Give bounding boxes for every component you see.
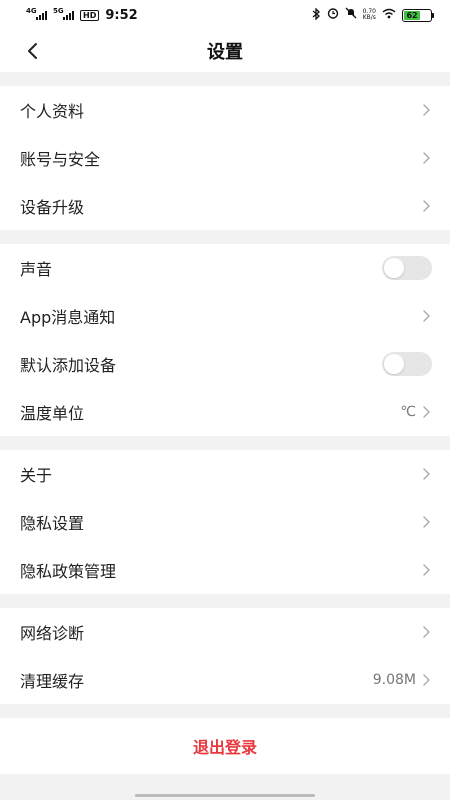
chevron-right-icon	[422, 673, 432, 687]
clock: 9:52	[105, 7, 138, 23]
chevron-right-icon	[422, 309, 432, 323]
settings-row[interactable]: 账号与安全	[0, 134, 450, 182]
settings-row[interactable]: 隐私政策管理	[0, 546, 450, 594]
logout-button[interactable]: 退出登录	[0, 718, 450, 774]
home-indicator	[135, 794, 315, 797]
settings-group: 声音 App消息通知 默认添加设备 温度单位 ℃	[0, 244, 450, 436]
settings-row[interactable]: 个人资料	[0, 86, 450, 134]
chevron-right-icon	[422, 199, 432, 213]
chevron-right-icon	[422, 563, 432, 577]
chevron-right-icon	[422, 151, 432, 165]
settings-row[interactable]: 隐私设置	[0, 498, 450, 546]
settings-row-label: 设备升级	[20, 198, 85, 217]
bluetooth-icon	[312, 6, 321, 23]
hd-icon: HD	[80, 9, 100, 21]
settings-row-label: 隐私设置	[20, 514, 85, 533]
toggle-switch[interactable]	[382, 256, 432, 280]
chevron-right-icon	[422, 625, 432, 639]
cellular-signal-icon: 4G	[26, 7, 47, 20]
toggle-switch[interactable]	[382, 352, 432, 376]
settings-row[interactable]: App消息通知	[0, 292, 450, 340]
settings-row[interactable]: 关于	[0, 450, 450, 498]
settings-group: 网络诊断清理缓存 9.08M	[0, 608, 450, 704]
battery-icon: 62	[402, 8, 434, 22]
chevron-right-icon	[422, 103, 432, 117]
settings-row-label: 账号与安全	[20, 150, 101, 169]
settings-row-value: 9.08M	[372, 672, 416, 688]
wifi-icon	[382, 8, 396, 23]
network-type-label: 4G	[26, 7, 37, 15]
toggle-knob	[384, 258, 404, 278]
settings-row[interactable]: 声音	[0, 244, 450, 292]
cellular-signal-2-icon: 5G	[53, 7, 74, 20]
settings-row-label: 个人资料	[20, 102, 85, 121]
page-title: 设置	[207, 42, 243, 63]
settings-row-label: 网络诊断	[20, 624, 85, 643]
status-bar: 4G 5G HD 9:52 0.70 KB/s 62	[0, 0, 450, 30]
settings-row-label: 温度单位	[20, 404, 85, 423]
settings-row-label: 关于	[20, 466, 53, 485]
settings-row[interactable]: 清理缓存 9.08M	[0, 656, 450, 704]
back-arrow-icon[interactable]	[26, 42, 40, 59]
settings-row-label: App消息通知	[20, 308, 116, 327]
alarm-icon	[327, 7, 339, 23]
chevron-right-icon	[422, 405, 432, 419]
settings-group: 个人资料账号与安全设备升级	[0, 86, 450, 230]
settings-row[interactable]: 网络诊断	[0, 608, 450, 656]
battery-level: 62	[404, 10, 421, 20]
mute-icon	[345, 7, 357, 23]
network-speed: 0.70 KB/s	[362, 8, 376, 21]
navigation-bar: 设置	[0, 30, 450, 72]
settings-row[interactable]: 默认添加设备	[0, 340, 450, 388]
settings-row[interactable]: 设备升级	[0, 182, 450, 230]
settings-row-label: 清理缓存	[20, 672, 85, 691]
toggle-knob	[384, 354, 404, 374]
settings-row-label: 声音	[20, 260, 53, 279]
settings-row-label: 默认添加设备	[20, 356, 117, 375]
settings-row[interactable]: 温度单位 ℃	[0, 388, 450, 436]
settings-list: 个人资料账号与安全设备升级声音 App消息通知 默认添加设备 温度单位 ℃ 关于隐私设置隐…	[0, 72, 450, 704]
settings-row-label: 隐私政策管理	[20, 562, 117, 581]
chevron-right-icon	[422, 515, 432, 529]
network-type-2-label: 5G	[53, 7, 64, 15]
settings-row-value: ℃	[400, 404, 416, 420]
chevron-right-icon	[422, 467, 432, 481]
settings-group: 关于隐私设置隐私政策管理	[0, 450, 450, 594]
